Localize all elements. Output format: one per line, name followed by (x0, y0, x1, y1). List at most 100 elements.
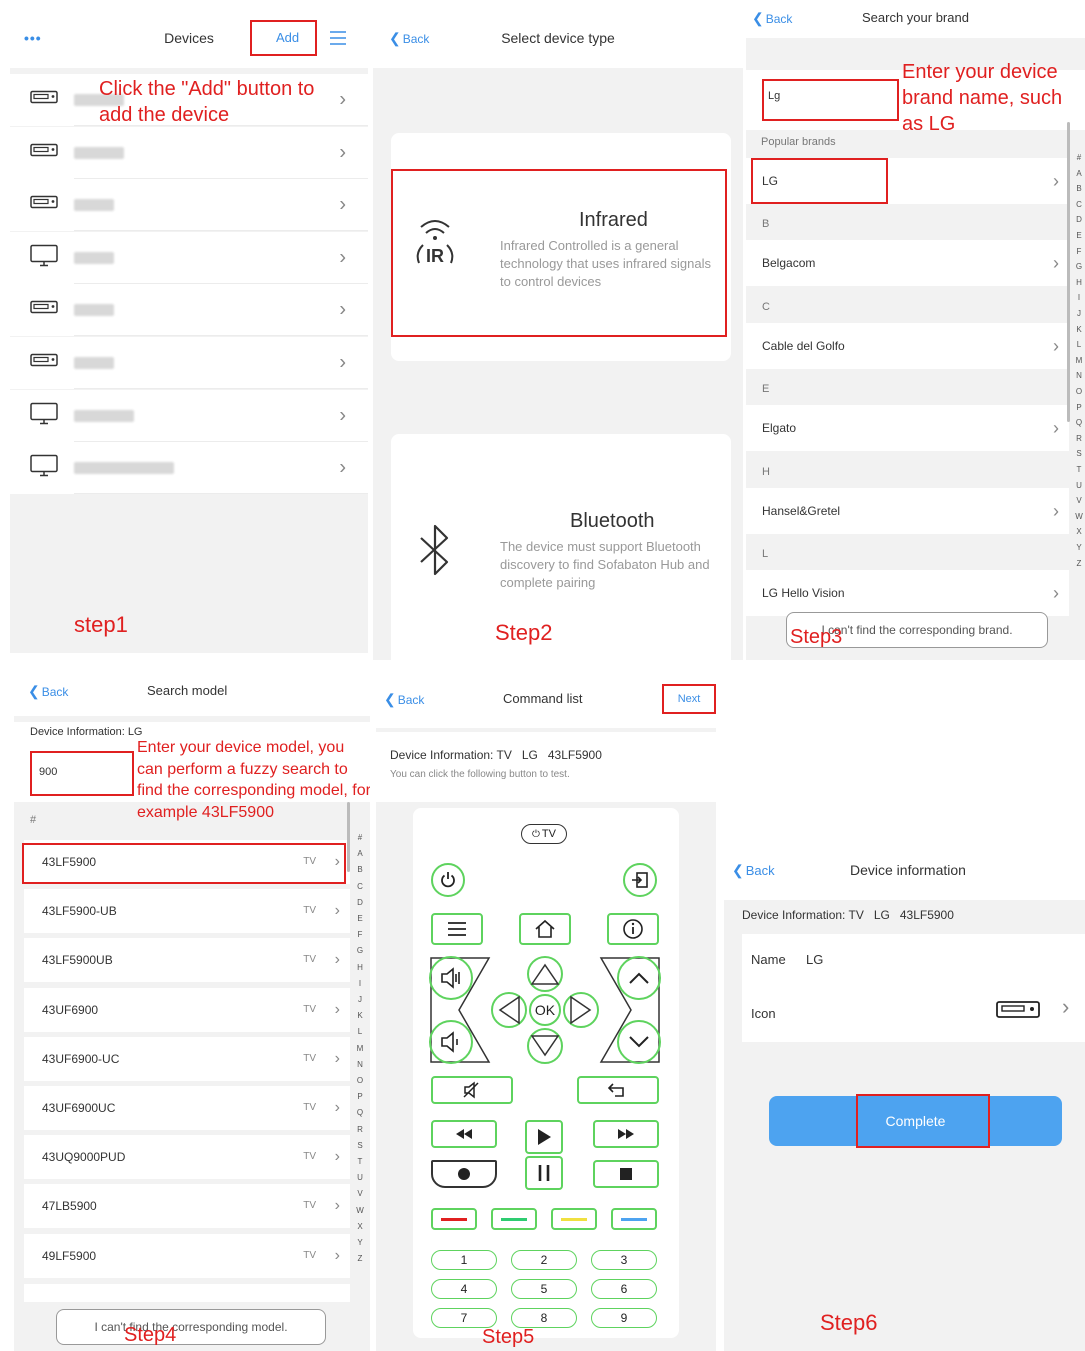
brand-row[interactable]: Hansel&Gretel › (746, 487, 1069, 534)
device-row[interactable]: › (10, 179, 368, 232)
menu-button[interactable] (431, 913, 483, 945)
model-row[interactable]: 43UF6900-UC TV › (24, 1036, 350, 1081)
name-value[interactable]: LG (806, 952, 823, 967)
alphabet-letter[interactable]: N (1073, 368, 1085, 384)
alphabet-letter[interactable]: Z (354, 1251, 366, 1267)
alphabet-letter[interactable]: J (1073, 306, 1085, 322)
alphabet-letter[interactable]: Y (354, 1235, 366, 1251)
alphabet-letter[interactable]: T (1073, 462, 1085, 478)
alphabet-letter[interactable]: C (1073, 197, 1085, 213)
alphabet-letter[interactable]: B (1073, 181, 1085, 197)
number-key-8[interactable]: 8 (511, 1308, 577, 1328)
alphabet-letter[interactable]: C (354, 879, 366, 895)
scrollbar[interactable] (1067, 122, 1070, 422)
list-menu-icon[interactable] (328, 28, 348, 48)
device-row[interactable]: › (10, 337, 368, 389)
bluetooth-option[interactable]: Bluetooth The device must support Blueto… (391, 434, 731, 660)
device-row[interactable]: › (10, 389, 368, 442)
alphabet-letter[interactable]: P (354, 1089, 366, 1105)
number-key-1[interactable]: 1 (431, 1250, 497, 1270)
device-row[interactable]: › (10, 442, 368, 495)
model-row[interactable]: 43LF5900-UB TV › (24, 889, 350, 934)
yellow-key-button[interactable] (551, 1208, 597, 1230)
alphabet-letter[interactable]: R (354, 1122, 366, 1138)
home-button[interactable] (519, 913, 571, 945)
alphabet-letter[interactable]: X (1073, 524, 1085, 540)
mute-button[interactable] (431, 1076, 513, 1104)
alphabet-letter[interactable]: W (354, 1203, 366, 1219)
green-key-button[interactable] (491, 1208, 537, 1230)
alphabet-letter[interactable]: D (354, 895, 366, 911)
ok-button[interactable]: OK (529, 994, 561, 1026)
alphabet-letter[interactable]: E (1073, 228, 1085, 244)
alphabet-letter[interactable]: Z (1073, 556, 1085, 572)
device-row[interactable]: › (10, 231, 368, 284)
dpad-left-button[interactable] (491, 992, 527, 1028)
set-top-box-icon[interactable] (996, 1000, 1040, 1020)
pause-button[interactable] (525, 1156, 563, 1190)
brand-row[interactable]: LG Hello Vision › (746, 570, 1069, 616)
stop-button[interactable] (593, 1160, 659, 1188)
alphabet-letter[interactable]: Y (1073, 540, 1085, 556)
volume-up-button[interactable] (429, 956, 473, 1000)
return-button[interactable] (577, 1076, 659, 1104)
alphabet-letter[interactable]: # (354, 830, 366, 846)
model-row[interactable]: 43UQ9000PUD TV › (24, 1135, 350, 1180)
brand-row[interactable]: Belgacom › (746, 240, 1069, 286)
rewind-button[interactable] (431, 1120, 497, 1148)
alphabet-letter[interactable]: N (354, 1057, 366, 1073)
number-key-6[interactable]: 6 (591, 1279, 657, 1299)
alphabet-letter[interactable]: P (1073, 400, 1085, 416)
volume-down-button[interactable] (429, 1020, 473, 1064)
red-key-button[interactable] (431, 1208, 477, 1230)
alphabet-letter[interactable]: S (354, 1138, 366, 1154)
alphabet-letter[interactable]: E (354, 911, 366, 927)
back-button[interactable]: ❮ Back (752, 0, 792, 37)
back-button[interactable]: ❮ Back (384, 676, 424, 723)
alphabet-letter[interactable]: M (354, 1041, 366, 1057)
number-key-5[interactable]: 5 (511, 1279, 577, 1299)
alphabet-letter[interactable]: D (1073, 212, 1085, 228)
alphabet-letter[interactable]: H (1073, 275, 1085, 291)
alphabet-letter[interactable]: # (1073, 150, 1085, 166)
alphabet-letter[interactable]: R (1073, 431, 1085, 447)
model-row[interactable]: 43UF6900 TV › (24, 987, 350, 1032)
alphabet-letter[interactable]: O (1073, 384, 1085, 400)
blue-key-button[interactable] (611, 1208, 657, 1230)
alphabet-letter[interactable]: L (354, 1024, 366, 1040)
brand-row[interactable]: Cable del Golfo › (746, 322, 1069, 369)
alphabet-letter[interactable]: V (354, 1186, 366, 1202)
device-row[interactable]: › (10, 126, 368, 179)
alphabet-letter[interactable]: J (354, 992, 366, 1008)
alphabet-letter[interactable]: F (354, 927, 366, 943)
back-button[interactable]: ❮ Back (28, 666, 68, 717)
alphabet-letter[interactable]: H (354, 960, 366, 976)
alphabet-letter[interactable]: G (1073, 259, 1085, 275)
alphabet-letter[interactable]: G (354, 943, 366, 959)
model-row[interactable]: 47LB5900 TV › (24, 1184, 350, 1229)
device-row[interactable]: › (10, 284, 368, 337)
alphabet-letter[interactable]: A (1073, 166, 1085, 182)
power-button[interactable] (431, 863, 465, 897)
alphabet-letter[interactable]: O (354, 1073, 366, 1089)
back-button[interactable]: ❮ Back (732, 840, 775, 901)
alphabet-letter[interactable]: U (354, 1170, 366, 1186)
fast-forward-button[interactable] (593, 1120, 659, 1148)
chevron-right-icon[interactable]: › (1062, 994, 1069, 1020)
alphabet-letter[interactable]: A (354, 846, 366, 862)
alphabet-letter[interactable]: S (1073, 446, 1085, 462)
alphabet-letter[interactable]: I (1073, 290, 1085, 306)
number-key-2[interactable]: 2 (511, 1250, 577, 1270)
number-key-9[interactable]: 9 (591, 1308, 657, 1328)
alphabet-letter[interactable]: L (1073, 337, 1085, 353)
number-key-4[interactable]: 4 (431, 1279, 497, 1299)
model-row[interactable]: 43LF5900UB TV › (24, 938, 350, 983)
number-key-7[interactable]: 7 (431, 1308, 497, 1328)
tv-input-button[interactable]: ⏻ TV (521, 824, 567, 844)
input-button[interactable] (623, 863, 657, 897)
alphabet-letter[interactable]: T (354, 1154, 366, 1170)
alphabet-letter[interactable]: M (1073, 353, 1085, 369)
alphabet-letter[interactable]: Q (1073, 415, 1085, 431)
alphabet-letter[interactable]: K (354, 1008, 366, 1024)
alphabet-letter[interactable]: K (1073, 322, 1085, 338)
